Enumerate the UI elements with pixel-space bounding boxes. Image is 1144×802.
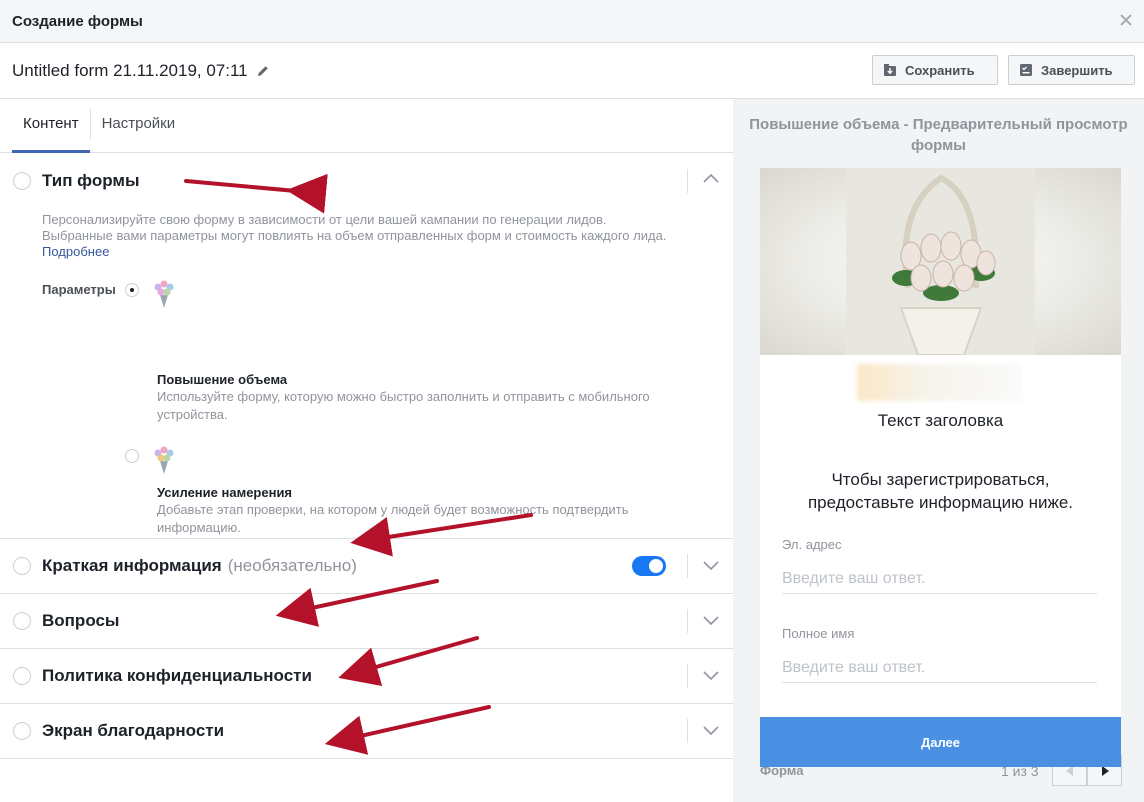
intro-toggle[interactable] xyxy=(632,556,666,576)
save-button[interactable]: Сохранить xyxy=(872,55,998,85)
finish-button-label: Завершить xyxy=(1041,62,1113,78)
form-type-section: Тип формы Персонализируйте свою форму в … xyxy=(0,153,733,539)
intro-title-text: Краткая информация xyxy=(42,556,222,575)
chevron-down-icon[interactable] xyxy=(703,616,719,626)
form-name-bar: Untitled form 21.11.2019, 07:11 Сохранит… xyxy=(0,43,1144,99)
option-intent-description: Добавьте этап проверки, на котором у люд… xyxy=(157,502,629,535)
cover-image xyxy=(760,168,1121,356)
close-icon[interactable] xyxy=(1118,12,1134,28)
preview-panel: Повышение объема - Предварительный просм… xyxy=(733,99,1144,802)
questions-section[interactable]: Вопросы xyxy=(0,594,733,649)
form-name: Untitled form 21.11.2019, 07:11 xyxy=(12,60,248,80)
form-type-title: Тип формы xyxy=(42,171,140,190)
privacy-section-title: Политика конфиденциальности xyxy=(42,666,312,685)
finish-button[interactable]: Завершить xyxy=(1008,55,1135,85)
tab-bar: Контент Настройки xyxy=(0,99,733,153)
section-status-icon xyxy=(13,722,31,740)
form-creation-dialog: Создание формы Untitled form 21.11.2019,… xyxy=(0,0,1144,802)
option-volume-title: Повышение объема xyxy=(157,372,288,387)
editor-panel: Контент Настройки Тип формы Персонализир… xyxy=(0,99,733,802)
preview-headline: Текст заголовка xyxy=(877,411,1004,430)
option-volume-description: Используйте форму, которую можно быстро … xyxy=(157,389,650,422)
intro-section-title: Краткая информация (необязательно) xyxy=(42,556,357,576)
learn-more-link[interactable]: Подробнее xyxy=(42,244,109,259)
header-divider xyxy=(687,719,688,743)
preview-intro-text: Чтобы зарегистрироваться, предоставьте и… xyxy=(807,470,1074,512)
section-status-icon xyxy=(13,557,31,575)
fullname-field-label: Полное имя xyxy=(782,626,855,641)
email-field[interactable]: Введите ваш ответ. xyxy=(782,564,1097,594)
params-label: Параметры xyxy=(42,282,116,297)
tab-settings[interactable]: Настройки xyxy=(91,99,187,153)
section-status-icon xyxy=(13,612,31,630)
section-status-icon xyxy=(13,172,31,190)
dialog-title: Создание формы xyxy=(12,12,143,30)
thanks-section[interactable]: Экран благодарности xyxy=(0,704,733,759)
option-intent-radio[interactable] xyxy=(125,449,139,463)
flower-basket-illustration xyxy=(892,174,996,356)
flower-basket-image xyxy=(846,168,1035,356)
option-intent-title: Усиление намерения xyxy=(157,485,293,500)
form-type-description: Персонализируйте свою форму в зависимост… xyxy=(42,212,672,260)
tab-content[interactable]: Контент xyxy=(12,99,90,153)
thanks-section-title: Экран благодарности xyxy=(42,721,225,740)
chevron-down-icon[interactable] xyxy=(703,561,719,571)
form-type-description-text: Персонализируйте свою форму в зависимост… xyxy=(42,212,667,243)
section-status-icon xyxy=(13,667,31,685)
email-field-label: Эл. адрес xyxy=(782,537,842,552)
next-button[interactable]: Далее xyxy=(760,717,1121,767)
chevron-down-icon[interactable] xyxy=(703,726,719,736)
optional-label: (необязательно) xyxy=(227,556,357,575)
checklist-icon xyxy=(1020,64,1032,76)
privacy-section[interactable]: Политика конфиденциальности xyxy=(0,649,733,704)
pencil-icon[interactable] xyxy=(256,64,270,78)
header-divider xyxy=(687,609,688,633)
dialog-header: Создание формы xyxy=(0,0,1144,43)
blurred-logo xyxy=(857,364,1022,401)
triangle-right-icon xyxy=(1101,765,1109,776)
header-divider xyxy=(687,554,688,578)
chevron-up-icon[interactable] xyxy=(703,173,719,183)
questions-section-title: Вопросы xyxy=(42,611,120,630)
option-volume-radio[interactable] xyxy=(125,283,139,297)
chevron-down-icon[interactable] xyxy=(703,671,719,681)
save-button-label: Сохранить xyxy=(905,62,975,78)
save-icon xyxy=(884,64,896,76)
form-preview-card: Текст заголовка Чтобы зарегистрироваться… xyxy=(760,168,1121,765)
triangle-left-icon xyxy=(1065,765,1073,776)
header-divider xyxy=(687,169,688,193)
fullname-field[interactable]: Введите ваш ответ. xyxy=(782,653,1097,683)
intro-section[interactable]: Краткая информация (необязательно) xyxy=(0,539,733,594)
header-divider xyxy=(687,664,688,688)
bouquet-check-icon xyxy=(154,446,174,474)
preview-title: Повышение объема - Предварительный просм… xyxy=(749,116,1128,154)
bouquet-icon xyxy=(154,280,174,308)
